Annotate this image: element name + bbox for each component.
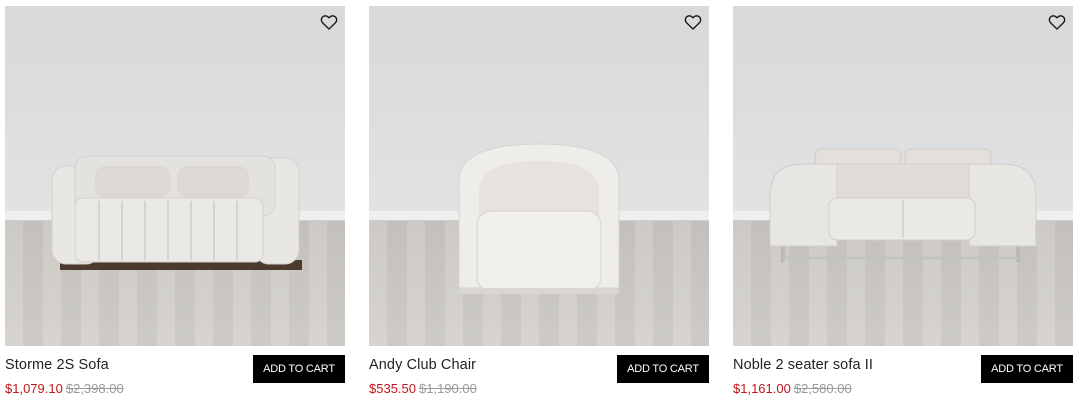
product-price: $1,079.10 $2,398.00 xyxy=(5,381,124,396)
product-name[interactable]: Storme 2S Sofa xyxy=(5,357,109,373)
product-name[interactable]: Noble 2 seater sofa II xyxy=(733,357,873,373)
product-grid: Storme 2S Sofa $1,079.10 $2,398.00 ADD TO… xyxy=(5,6,1075,404)
product-name[interactable]: Andy Club Chair xyxy=(369,357,476,373)
sale-price: $1,161.00 xyxy=(733,381,791,396)
original-price: $2,580.00 xyxy=(793,381,852,396)
sale-price: $535.50 xyxy=(369,381,416,396)
product-image-noble-sofa[interactable] xyxy=(733,6,1073,346)
product-image-storme-sofa[interactable] xyxy=(5,6,345,346)
sofa-illustration xyxy=(769,148,1037,262)
chair-illustration xyxy=(458,143,620,294)
product-price: $535.50 $1,190.00 xyxy=(369,381,477,396)
original-price: $2,398.00 xyxy=(65,381,124,396)
product-image-andy-chair[interactable] xyxy=(369,6,709,346)
original-price: $1,190.00 xyxy=(419,381,477,396)
sale-price: $1,079.10 xyxy=(5,381,63,396)
wishlist-heart-icon[interactable] xyxy=(319,12,339,32)
product-card: Storme 2S Sofa $1,079.10 $2,398.00 ADD TO… xyxy=(5,6,345,404)
add-to-cart-button[interactable]: ADD TO CART xyxy=(981,355,1073,383)
add-to-cart-button[interactable]: ADD TO CART xyxy=(617,355,709,383)
product-price: $1,161.00 $2,580.00 xyxy=(733,381,852,396)
wishlist-heart-icon[interactable] xyxy=(1047,12,1067,32)
product-card: Noble 2 seater sofa II $1,161.00 $2,580.0… xyxy=(733,6,1073,404)
wishlist-heart-icon[interactable] xyxy=(683,12,703,32)
add-to-cart-button[interactable]: ADD TO CART xyxy=(253,355,345,383)
product-card: Andy Club Chair $535.50 $1,190.00 ADD TO … xyxy=(369,6,709,404)
sofa-illustration xyxy=(51,155,302,270)
